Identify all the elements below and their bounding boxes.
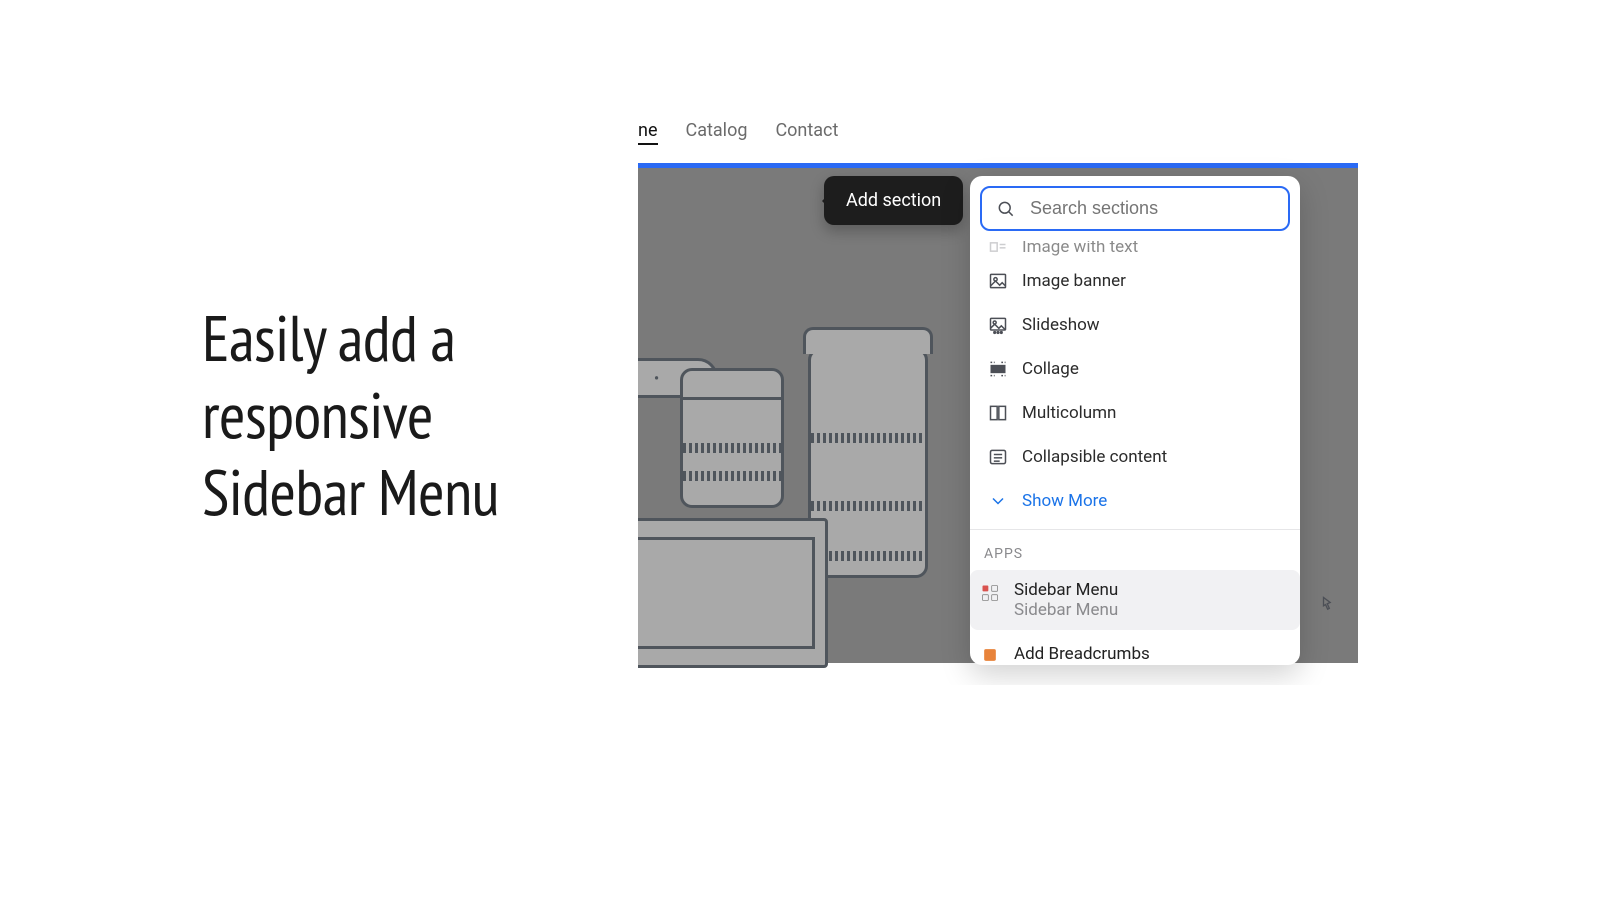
apps-heading: APPS xyxy=(970,532,1300,570)
section-item-collapsible[interactable]: Collapsible content xyxy=(978,435,1292,479)
preview-nav: ne Catalog Contact xyxy=(638,120,1358,163)
app-title: Sidebar Menu xyxy=(1014,580,1118,600)
sections-list: Image with text Image banner Slideshow C… xyxy=(970,241,1300,527)
app-block-icon xyxy=(980,645,1000,665)
app-subtitle: Sidebar Menu xyxy=(1014,600,1118,620)
collage-icon xyxy=(988,359,1008,379)
nav-item-contact[interactable]: Contact xyxy=(775,120,838,145)
search-icon xyxy=(996,199,1016,219)
nav-item-home-fragment[interactable]: ne xyxy=(638,120,658,145)
section-item-image-banner[interactable]: Image banner xyxy=(978,259,1292,303)
app-item-sidebar-menu[interactable]: Sidebar Menu Sidebar Menu xyxy=(970,570,1300,630)
list-icon xyxy=(988,447,1008,467)
app-title: Add Breadcrumbs xyxy=(1014,644,1150,664)
section-item-collage[interactable]: Collage xyxy=(978,347,1292,391)
screenshot-stage: ne Catalog Contact • • • Add section xyxy=(638,120,1358,685)
section-item-label: Collage xyxy=(1022,359,1079,379)
app-block-icon xyxy=(980,583,1000,603)
section-item-label: Multicolumn xyxy=(1022,403,1116,423)
section-item-label: Collapsible content xyxy=(1022,447,1167,467)
pointer-cursor-icon xyxy=(1316,594,1336,616)
sections-panel: Image with text Image banner Slideshow C… xyxy=(970,176,1300,665)
headline: Easily add a responsive Sidebar Menu xyxy=(202,300,582,530)
app-item-breadcrumbs[interactable]: Add Breadcrumbs xyxy=(970,630,1300,665)
show-more-label: Show More xyxy=(1022,491,1107,511)
nav-item-catalog[interactable]: Catalog xyxy=(686,120,748,145)
section-item-label: Slideshow xyxy=(1022,315,1100,335)
columns-icon xyxy=(988,403,1008,423)
chevron-down-icon xyxy=(988,491,1008,511)
section-item-image-with-text[interactable]: Image with text xyxy=(978,241,1292,259)
slideshow-icon xyxy=(988,315,1008,335)
section-item-slideshow[interactable]: Slideshow xyxy=(978,303,1292,347)
illustration-map xyxy=(638,518,828,668)
search-field-wrapper[interactable] xyxy=(980,186,1290,231)
show-more-link[interactable]: Show More xyxy=(978,479,1292,527)
section-item-label: Image with text xyxy=(1022,241,1138,257)
section-item-label: Image banner xyxy=(1022,271,1126,291)
search-input[interactable] xyxy=(1030,198,1274,219)
illustration-lens-small xyxy=(680,368,784,508)
image-text-icon xyxy=(988,241,1008,257)
divider xyxy=(970,529,1300,530)
image-icon xyxy=(988,271,1008,291)
section-item-multicolumn[interactable]: Multicolumn xyxy=(978,391,1292,435)
add-section-button[interactable]: Add section xyxy=(824,176,963,225)
